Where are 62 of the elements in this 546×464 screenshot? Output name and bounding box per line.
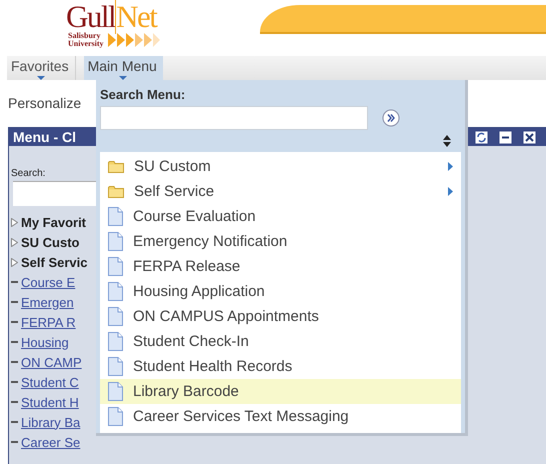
refresh-icon[interactable] — [475, 130, 488, 144]
folder-icon — [108, 185, 124, 198]
dash-icon — [11, 441, 18, 443]
menu-tree-item[interactable]: Student H — [21, 394, 79, 410]
submenu-arrow-icon — [448, 162, 453, 171]
menu-tree-item[interactable]: FERPA R — [21, 314, 76, 330]
menu-item[interactable]: ON CAMPUS Appointments — [100, 304, 461, 329]
menu-tree-item[interactable]: Career Se — [21, 434, 80, 450]
dash-icon — [11, 401, 18, 403]
page-icon — [108, 407, 123, 426]
menu-tree-item[interactable]: Library Ba — [21, 414, 80, 430]
dash-icon — [11, 281, 18, 283]
gullnet-logo: GullNet Salisbury University — [66, 2, 184, 56]
menu-item[interactable]: Self Service — [100, 179, 461, 204]
menu-tree-item[interactable]: SU Custo — [21, 234, 80, 250]
dash-icon — [11, 321, 18, 323]
menu-item[interactable]: Emergency Notification — [100, 229, 461, 254]
expand-icon[interactable] — [11, 218, 18, 226]
menu-item[interactable]: FERPA Release — [100, 254, 461, 279]
caret-icon — [36, 76, 45, 80]
page-icon — [108, 307, 123, 326]
menu-tree-item[interactable]: Course E — [21, 274, 76, 290]
personalize-link[interactable]: Personalize — [8, 94, 82, 110]
panel-title: Menu - Cl — [13, 129, 76, 145]
page-icon — [108, 357, 123, 376]
menu-item[interactable]: SU Custom — [100, 154, 461, 179]
menu-item[interactable]: Housing Application — [100, 279, 461, 304]
menu-tree-item[interactable]: Housing — [21, 334, 69, 350]
expand-icon[interactable] — [11, 238, 18, 246]
dash-icon — [11, 361, 18, 363]
menu-item[interactable]: Course Evaluation — [100, 204, 461, 229]
menu-item[interactable]: Student Check-In — [100, 329, 461, 354]
search-menu-field[interactable] — [100, 106, 368, 130]
search-label: Search: — [11, 168, 46, 181]
search-menu-label: Search Menu: — [100, 86, 186, 104]
submenu-arrow-icon — [448, 187, 453, 196]
page-icon — [108, 207, 123, 226]
menu-item[interactable]: Student Health Records — [100, 354, 461, 379]
dash-icon — [11, 301, 18, 303]
page-icon — [108, 232, 123, 251]
search-go-button[interactable] — [380, 107, 402, 129]
dash-icon — [11, 381, 18, 383]
sort-icon[interactable] — [443, 135, 451, 147]
page-icon — [108, 332, 123, 351]
menu-tree-item[interactable]: Emergen — [21, 294, 74, 310]
menu-item[interactable]: Library Barcode — [100, 379, 461, 404]
page-icon — [108, 282, 123, 301]
menu-tree-item[interactable]: My Favorit — [21, 214, 86, 230]
dash-icon — [11, 341, 18, 343]
page-icon — [108, 382, 123, 401]
menu-tree-item[interactable]: ON CAMP — [21, 354, 82, 370]
nav-menu-button[interactable]: Main Menu — [84, 56, 163, 80]
minimize-icon[interactable] — [499, 130, 512, 144]
folder-icon — [108, 160, 124, 173]
close-icon[interactable] — [523, 130, 536, 144]
nav-menu-button[interactable]: Favorites — [7, 56, 76, 80]
page-icon — [108, 257, 123, 276]
menu-item[interactable]: Career Services Text Messaging — [100, 404, 461, 429]
dash-icon — [11, 421, 18, 423]
menu-tree-item[interactable]: Self Servic — [21, 254, 88, 270]
menu-tree-item[interactable]: Student C — [21, 374, 79, 390]
expand-icon[interactable] — [11, 258, 18, 266]
